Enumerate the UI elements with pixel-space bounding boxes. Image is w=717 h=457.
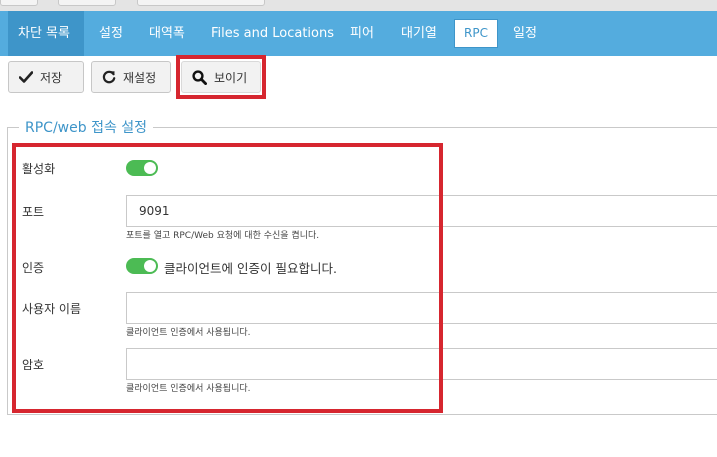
tab-bandwidth[interactable]: 대역폭 bbox=[149, 11, 185, 56]
tab-settings[interactable]: 설정 bbox=[99, 11, 123, 56]
tab-files-and-locations[interactable]: Files and Locations bbox=[211, 11, 334, 56]
tab-rpc[interactable]: RPC bbox=[454, 19, 498, 48]
checkmark-icon bbox=[19, 71, 33, 83]
auth-description: 클라이언트에 인증이 필요합니다. bbox=[164, 261, 337, 276]
tab-queue[interactable]: 대기열 bbox=[401, 11, 437, 56]
view-button[interactable]: 보이기 bbox=[181, 61, 261, 93]
reset-button[interactable]: 재설정 bbox=[91, 61, 171, 93]
auth-label: 인증 bbox=[22, 261, 45, 275]
tab-bar: 차단 목록 설정 대역폭 Files and Locations 피어 대기열 … bbox=[0, 11, 717, 56]
port-label: 포트 bbox=[22, 205, 45, 219]
enable-label: 활성화 bbox=[22, 162, 56, 176]
password-input[interactable] bbox=[126, 348, 717, 380]
username-help: 클라이언트 인증에서 사용됩니다. bbox=[126, 328, 251, 338]
username-label: 사용자 이름 bbox=[22, 302, 82, 316]
password-label: 암호 bbox=[22, 358, 45, 372]
tab-peers[interactable]: 피어 bbox=[350, 11, 374, 56]
partial-button[interactable] bbox=[137, 0, 265, 6]
port-input[interactable] bbox=[126, 195, 717, 227]
view-button-label: 보이기 bbox=[214, 70, 248, 85]
partial-button[interactable] bbox=[0, 0, 38, 6]
password-help: 클라이언트 인증에서 사용됩니다. bbox=[126, 384, 251, 394]
toggle-knob bbox=[144, 162, 156, 174]
search-icon bbox=[192, 69, 207, 85]
username-input[interactable] bbox=[126, 292, 717, 324]
toggle-knob bbox=[144, 260, 156, 272]
save-button[interactable]: 저장 bbox=[8, 61, 84, 93]
top-strip bbox=[0, 0, 717, 11]
tab-blocklist[interactable]: 차단 목록 bbox=[8, 11, 84, 56]
tab-schedule[interactable]: 일정 bbox=[513, 11, 537, 56]
fieldset-legend: RPC/web 접속 설정 bbox=[19, 117, 154, 137]
save-button-label: 저장 bbox=[40, 70, 63, 85]
port-help: 포트를 열고 RPC/Web 요청에 대한 수신을 켭니다. bbox=[126, 231, 320, 241]
refresh-icon bbox=[102, 70, 116, 84]
partial-button[interactable] bbox=[58, 0, 116, 6]
enable-toggle[interactable] bbox=[126, 160, 158, 176]
reset-button-label: 재설정 bbox=[123, 70, 157, 85]
auth-toggle[interactable] bbox=[126, 258, 158, 274]
